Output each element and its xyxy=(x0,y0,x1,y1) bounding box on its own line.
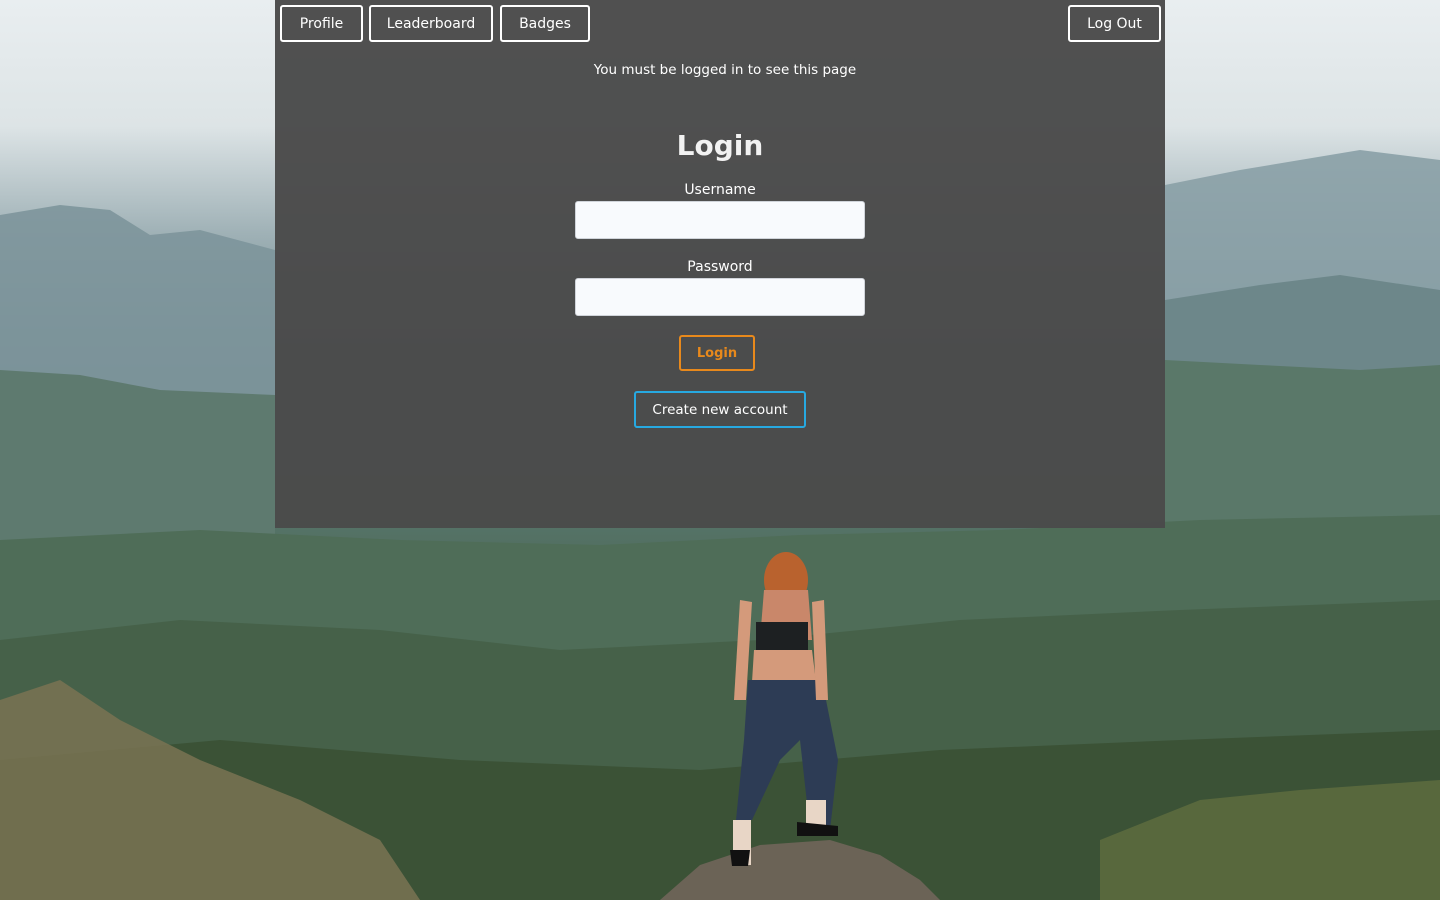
password-label: Password xyxy=(687,259,753,275)
username-label: Username xyxy=(684,182,756,198)
profile-nav-button[interactable]: Profile xyxy=(280,5,363,42)
main-panel: Profile Leaderboard Badges Log Out You m… xyxy=(275,0,1165,528)
create-account-button[interactable]: Create new account xyxy=(634,391,806,428)
leaderboard-nav-button[interactable]: Leaderboard xyxy=(369,5,493,42)
logout-button[interactable]: Log Out xyxy=(1068,5,1161,42)
login-required-notice: You must be logged in to see this page xyxy=(593,62,857,78)
login-title: Login xyxy=(676,129,764,162)
password-input[interactable] xyxy=(575,278,865,316)
badges-nav-button[interactable]: Badges xyxy=(500,5,590,42)
login-submit-button[interactable]: Login xyxy=(679,335,755,371)
username-input[interactable] xyxy=(575,201,865,239)
